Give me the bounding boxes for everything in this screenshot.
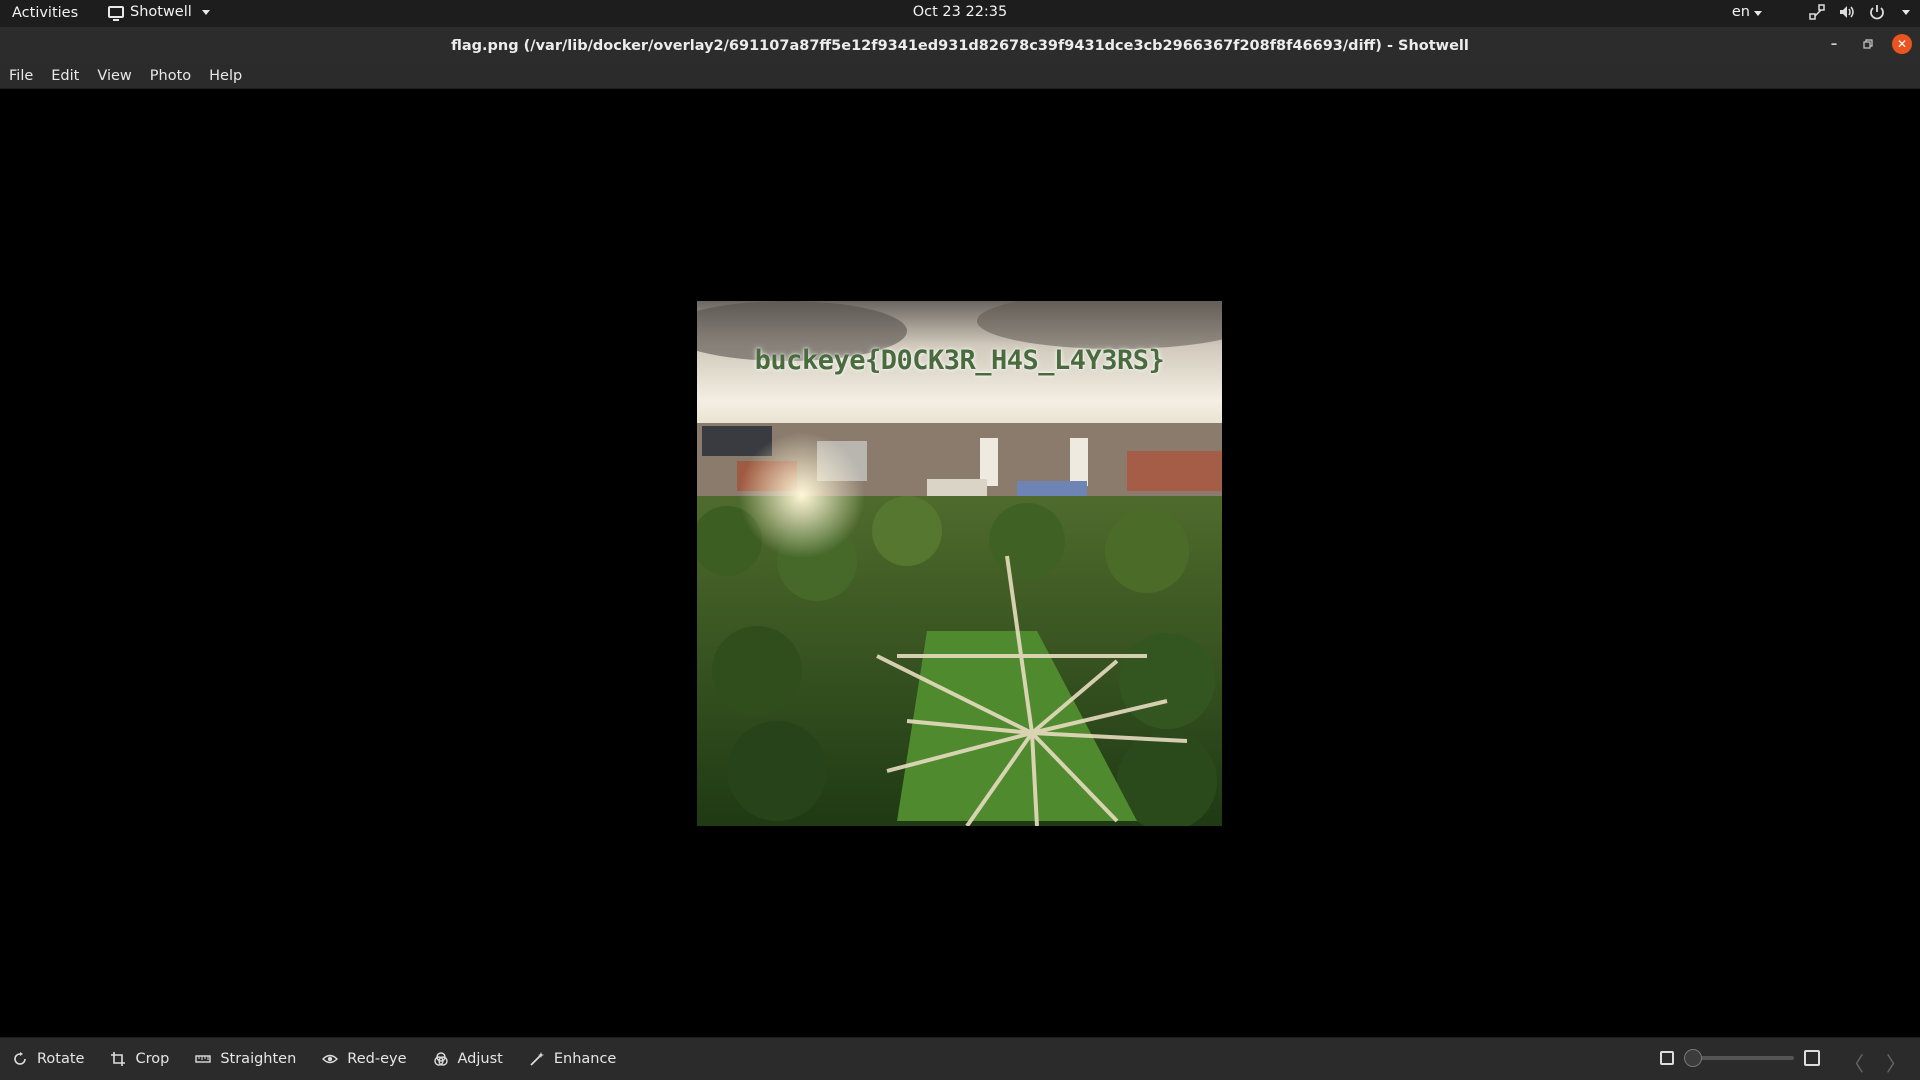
crop-button[interactable]: Crop — [110, 1051, 169, 1067]
menu-help[interactable]: Help — [200, 64, 251, 89]
system-tray[interactable]: en — [1732, 3, 1910, 21]
crop-label: Crop — [135, 1051, 170, 1067]
adjust-icon — [433, 1052, 448, 1066]
red-eye-button[interactable]: Red-eye — [322, 1051, 407, 1067]
photo-image: buckeye{D0CK3R_H4S_L4Y3RS} — [697, 301, 1222, 826]
crop-icon — [111, 1052, 126, 1066]
rotate-button[interactable]: Rotate — [12, 1051, 84, 1067]
photo-overlay-text: buckeye{D0CK3R_H4S_L4Y3RS} — [754, 345, 1165, 376]
zoom-in-icon[interactable] — [1804, 1050, 1820, 1066]
language-indicator[interactable]: en — [1732, 4, 1762, 20]
zoom-slider-handle[interactable] — [1684, 1049, 1702, 1067]
menu-photo[interactable]: Photo — [141, 64, 200, 89]
system-top-bar: Activities Shotwell Oct 23 22:35 en — [0, 0, 1920, 27]
adjust-label: Adjust — [457, 1051, 503, 1067]
close-button[interactable]: ✕ — [1892, 34, 1912, 54]
straighten-label: Straighten — [220, 1051, 297, 1067]
restore-icon — [1863, 39, 1873, 49]
adjust-button[interactable]: Adjust — [433, 1051, 503, 1067]
enhance-label: Enhance — [553, 1051, 617, 1067]
rotate-label: Rotate — [37, 1051, 85, 1067]
chevron-down-icon — [1754, 11, 1762, 16]
edit-toolbar: Rotate Crop Straighten Red-eye Adjust En… — [0, 1037, 1920, 1080]
window-title: flag.png (/var/lib/docker/overlay2/69110… — [451, 37, 1469, 54]
rotate-icon — [14, 1052, 26, 1065]
menu-file[interactable]: File — [0, 64, 42, 89]
zoom-out-icon[interactable] — [1660, 1051, 1674, 1065]
clock[interactable]: Oct 23 22:35 — [0, 4, 1920, 20]
menu-bar: File Edit View Photo Help — [0, 64, 1920, 89]
eye-icon — [322, 1054, 339, 1064]
previous-photo-button[interactable]: 〈 — [1844, 1048, 1864, 1077]
minimize-button[interactable]: – — [1824, 34, 1844, 54]
straighten-icon — [195, 1055, 212, 1063]
next-photo-button[interactable]: 〉 — [1886, 1048, 1906, 1077]
menu-edit[interactable]: Edit — [42, 64, 88, 89]
restore-button[interactable] — [1858, 34, 1878, 54]
straighten-button[interactable]: Straighten — [195, 1051, 296, 1067]
network-icon[interactable] — [1808, 3, 1826, 21]
volume-icon[interactable] — [1838, 3, 1856, 21]
menu-view[interactable]: View — [88, 64, 140, 89]
photo-viewer[interactable]: buckeye{D0CK3R_H4S_L4Y3RS} — [0, 89, 1920, 1037]
red-eye-label: Red-eye — [347, 1051, 407, 1067]
language-label: en — [1731, 4, 1750, 20]
window-title-bar[interactable]: flag.png (/var/lib/docker/overlay2/69110… — [0, 27, 1920, 64]
enhance-button[interactable]: Enhance — [529, 1051, 617, 1067]
zoom-control — [1660, 1049, 1820, 1067]
chevron-down-icon[interactable] — [1902, 9, 1910, 15]
campus-aerial-illustration — [697, 301, 1222, 826]
window-controls: – ✕ — [1824, 34, 1912, 54]
power-icon[interactable] — [1868, 3, 1886, 21]
magic-wand-icon — [530, 1052, 544, 1066]
zoom-slider[interactable] — [1684, 1049, 1794, 1067]
